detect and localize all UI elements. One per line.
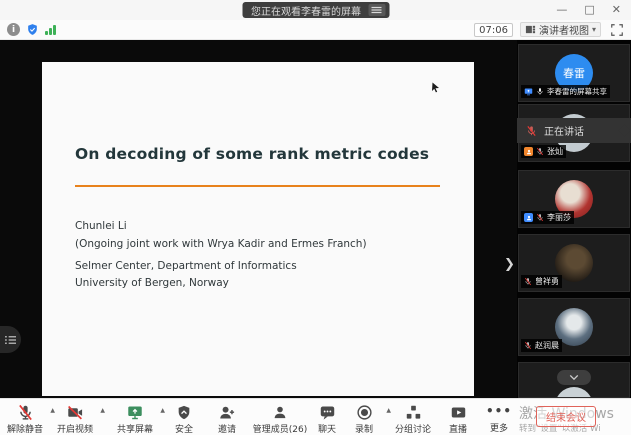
- slide-affiliation-1: Selmer Center, Department of Informatics: [75, 260, 297, 272]
- chat-icon: [319, 404, 336, 421]
- view-mode-button[interactable]: 演讲者视图 ▾: [520, 22, 601, 37]
- unmute-button[interactable]: 解除静音 ▲: [2, 404, 48, 435]
- screen-share-icon: [524, 87, 533, 96]
- live-icon: [450, 404, 467, 421]
- live-stream-button[interactable]: 直播: [440, 404, 476, 435]
- status-icons: i: [7, 23, 56, 36]
- minimize-button[interactable]: —: [556, 0, 567, 20]
- security-button[interactable]: 安全: [166, 404, 202, 435]
- slide-divider: [75, 185, 440, 187]
- breakout-rooms-button[interactable]: 分组讨论: [390, 404, 436, 435]
- mic-muted-icon: [536, 147, 544, 156]
- security-shield-icon[interactable]: [26, 23, 39, 36]
- video-tile[interactable]: 赵润晨: [518, 298, 630, 356]
- tile-name-bar: 曾祥勇: [521, 275, 562, 288]
- toolbar-item-label: 管理成员(26): [253, 422, 307, 435]
- start-video-button[interactable]: 开启视频 ▲: [52, 404, 98, 435]
- video-options-caret-icon[interactable]: ▲: [100, 407, 105, 414]
- host-badge-icon: [524, 147, 533, 156]
- mouse-cursor-icon: [431, 82, 440, 94]
- toolbar-item-label: 聊天: [318, 422, 336, 435]
- meeting-info-icon[interactable]: i: [7, 23, 20, 36]
- maximize-button[interactable]: □: [584, 0, 594, 20]
- speaking-toast-text: 正在讲话: [544, 123, 584, 138]
- tile-name-bar: 李春雷的屏幕共享: [521, 85, 610, 98]
- mic-muted-icon: [536, 213, 544, 222]
- invite-icon: [218, 404, 236, 421]
- manage-members-button[interactable]: 管理成员(26): [249, 404, 311, 435]
- invite-button[interactable]: 邀请: [207, 404, 247, 435]
- tile-name-bar: 赵润晨: [521, 339, 562, 352]
- tile-name-bar: 张灿: [521, 145, 566, 158]
- toolbar-item-label: 开启视频: [57, 422, 93, 435]
- share-screen-icon: [126, 404, 144, 421]
- participant-badge-icon: [524, 213, 533, 222]
- view-mode-caret-icon: ▾: [592, 25, 596, 34]
- end-meeting-button[interactable]: 结束会议: [536, 406, 596, 427]
- video-tile[interactable]: [518, 362, 630, 398]
- share-screen-button[interactable]: 共享屏幕 ▲: [112, 404, 158, 435]
- shared-screen-stage: On decoding of some rank metric codes Ch…: [0, 40, 517, 398]
- toolbar-item-label: 分组讨论: [395, 422, 431, 435]
- toolbar-item-label: 录制: [355, 422, 373, 435]
- speaking-toast: 正在讲话: [517, 118, 631, 143]
- window-titlebar: 您正在观看李春雷的屏幕 — □ ✕: [0, 0, 631, 20]
- camera-off-icon: [66, 404, 84, 421]
- screen-watch-banner: 您正在观看李春雷的屏幕: [242, 2, 389, 18]
- mic-muted-icon: [524, 277, 532, 286]
- mic-off-icon: [17, 404, 34, 421]
- close-button[interactable]: ✕: [612, 0, 621, 20]
- toolbar-item-label: 邀请: [218, 422, 236, 435]
- window-controls: — □ ✕: [556, 0, 621, 20]
- toolbar-item-label: 解除静音: [7, 422, 43, 435]
- layout-icon: [525, 24, 536, 35]
- avatar: [555, 387, 593, 398]
- record-button[interactable]: 录制 ▲: [344, 404, 384, 435]
- members-icon: [272, 404, 288, 421]
- slide-author: Chunlei Li: [75, 220, 127, 232]
- view-mode-label: 演讲者视图: [539, 22, 589, 37]
- video-tile[interactable]: 李丽莎: [518, 170, 630, 228]
- mic-muted-icon: [524, 341, 532, 350]
- mic-on-icon: [536, 87, 544, 96]
- tile-name: 张灿: [547, 146, 563, 157]
- toolbar-item-label: 安全: [175, 422, 193, 435]
- mic-muted-icon: [526, 125, 537, 137]
- video-tile-screen-share[interactable]: 春雷 李春雷的屏幕共享: [518, 44, 630, 102]
- chat-button[interactable]: 聊天: [311, 404, 343, 435]
- participants-sidebar: 春雷 李春雷的屏幕共享 张灿: [517, 40, 631, 398]
- panel-toggle-button[interactable]: [0, 326, 21, 353]
- breakout-icon: [405, 404, 422, 421]
- tile-name: 赵润晨: [535, 340, 559, 351]
- tile-name: 曾祥勇: [535, 276, 559, 287]
- tile-name-bar: 李丽莎: [521, 211, 574, 224]
- video-tile[interactable]: 曾祥勇: [518, 234, 630, 292]
- next-page-chevron-icon[interactable]: ❯: [504, 257, 515, 272]
- toolbar-item-label: 直播: [449, 422, 467, 435]
- record-icon: [356, 404, 373, 421]
- share-options-caret-icon[interactable]: ▲: [160, 407, 165, 414]
- collapse-sidebar-button[interactable]: [557, 370, 591, 385]
- tile-name: 李春雷的屏幕共享: [547, 86, 607, 97]
- toolbar-item-label: 更多: [490, 421, 508, 434]
- slide-affiliation-2: University of Bergen, Norway: [75, 277, 229, 289]
- meeting-window: 您正在观看李春雷的屏幕 — □ ✕ i 07:06 演讲者视图 ▾: [0, 0, 631, 435]
- tile-name: 李丽莎: [547, 212, 571, 223]
- slide-title: On decoding of some rank metric codes: [75, 145, 429, 163]
- more-icon: •••: [486, 404, 512, 420]
- network-signal-icon[interactable]: [45, 24, 56, 35]
- meeting-timer: 07:06: [474, 23, 513, 37]
- avatar-initials: 春雷: [563, 65, 585, 81]
- banner-text: 您正在观看李春雷的屏幕: [251, 3, 361, 18]
- chevron-down-icon: [569, 374, 579, 381]
- slide-joint-work: (Ongoing joint work with Wrya Kadir and …: [75, 238, 367, 250]
- more-button[interactable]: ••• 更多: [481, 404, 517, 434]
- presentation-slide: On decoding of some rank metric codes Ch…: [42, 62, 474, 396]
- toast-arrow: [618, 124, 631, 137]
- toolbar-item-label: 共享屏幕: [117, 422, 153, 435]
- fullscreen-icon[interactable]: [610, 23, 624, 37]
- meeting-info-bar: i 07:06 演讲者视图 ▾: [0, 20, 631, 40]
- banner-menu-icon[interactable]: [368, 4, 385, 16]
- shield-icon: [176, 404, 192, 421]
